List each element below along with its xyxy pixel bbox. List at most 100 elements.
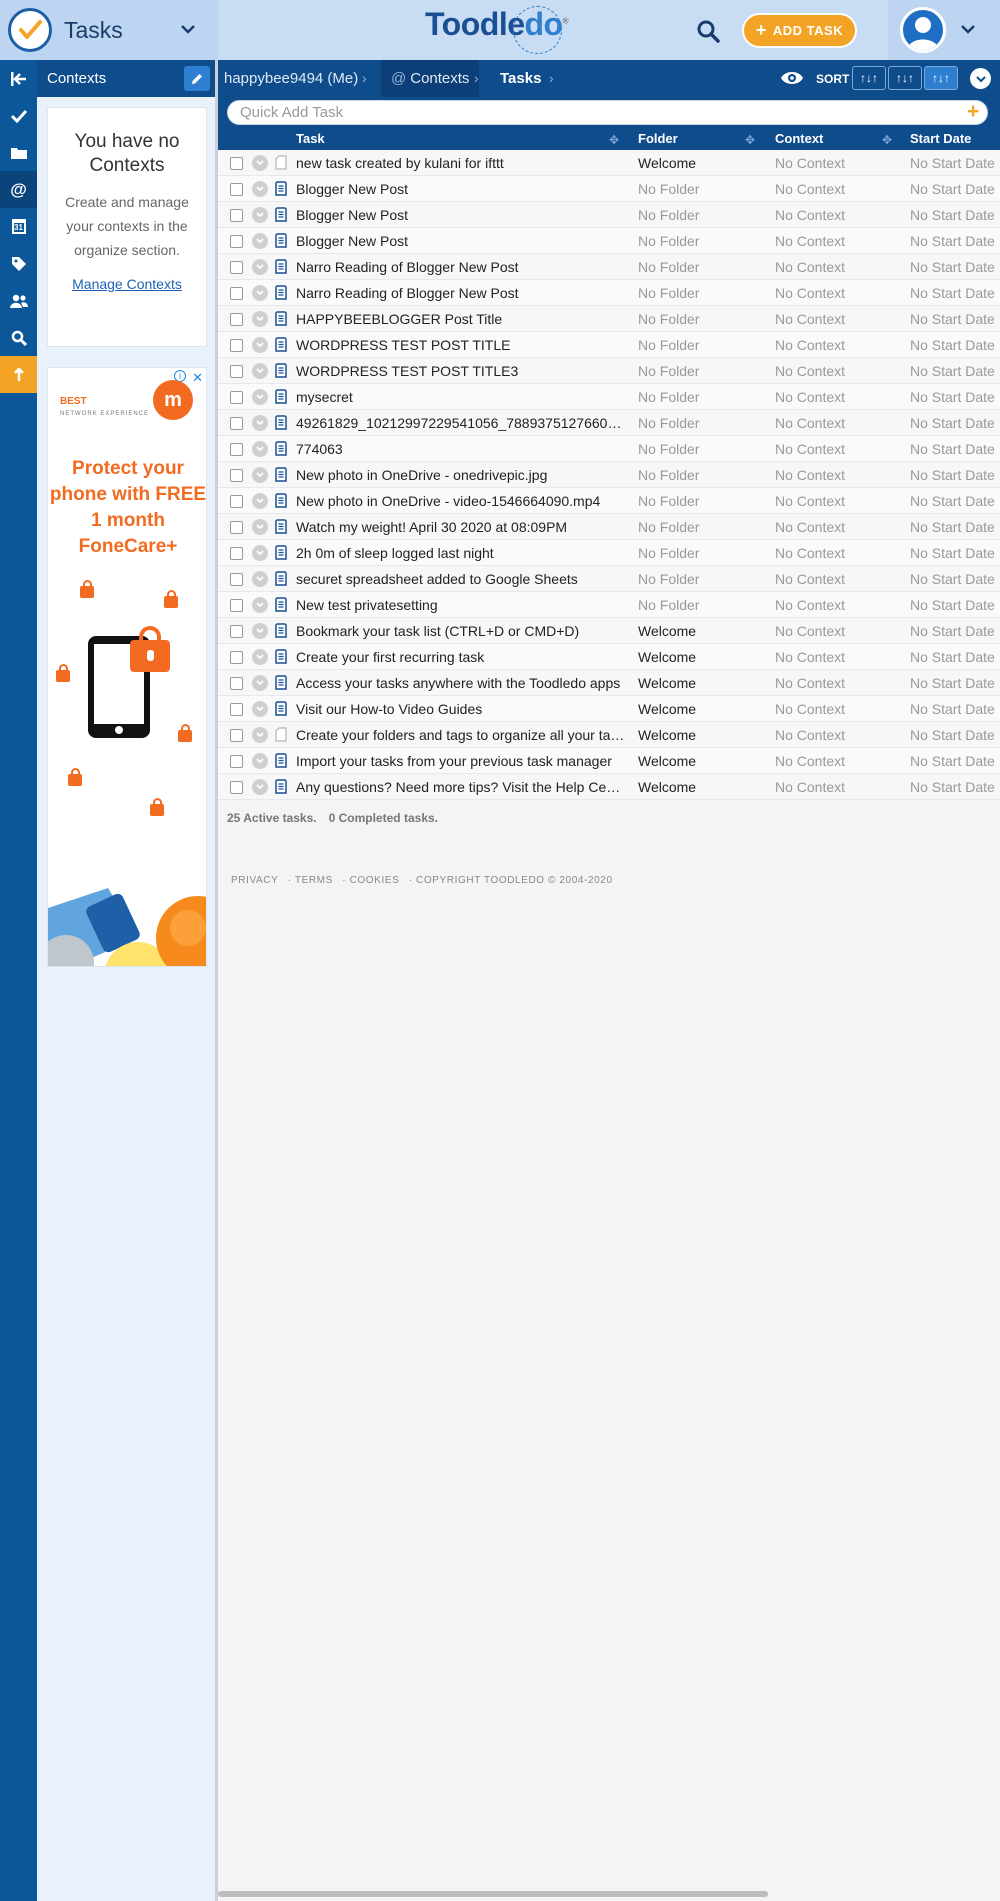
expand-task-button[interactable] xyxy=(252,467,268,483)
table-row[interactable]: Visit our How-to Video Guides Welcome No C… xyxy=(218,696,1000,722)
search-icon[interactable] xyxy=(0,319,37,356)
task-checkbox[interactable] xyxy=(230,599,243,612)
sort-button-3[interactable]: ↑↓↑ xyxy=(924,66,958,90)
table-row[interactable]: Blogger New Post No Folder No Context No St… xyxy=(218,202,1000,228)
expand-task-button[interactable] xyxy=(252,519,268,535)
task-checkbox[interactable] xyxy=(230,651,243,664)
expand-task-button[interactable] xyxy=(252,597,268,613)
task-context[interactable]: No Context xyxy=(775,696,905,722)
move-column-icon[interactable]: ✥ xyxy=(745,133,755,147)
column-header-context[interactable]: Context xyxy=(775,128,823,150)
table-row[interactable]: WORDPRESS TEST POST TITLE No Folder No Con… xyxy=(218,332,1000,358)
task-folder[interactable]: No Folder xyxy=(638,280,768,306)
table-row[interactable]: New photo in OneDrive - video-1546664090… xyxy=(218,488,1000,514)
table-row[interactable]: Narro Reading of Blogger New Post No Fold… xyxy=(218,280,1000,306)
table-row[interactable]: Import your tasks from your previous tas… xyxy=(218,748,1000,774)
task-folder[interactable]: Welcome xyxy=(638,748,768,774)
task-folder[interactable]: No Folder xyxy=(638,410,768,436)
expand-task-button[interactable] xyxy=(252,675,268,691)
task-context[interactable]: No Context xyxy=(775,774,905,800)
expand-task-button[interactable] xyxy=(252,623,268,639)
note-icon[interactable] xyxy=(275,181,287,201)
task-start-date[interactable]: No Start Date xyxy=(910,488,1000,514)
expand-task-button[interactable] xyxy=(252,701,268,717)
task-start-date[interactable]: No Start Date xyxy=(910,540,1000,566)
task-context[interactable]: No Context xyxy=(775,618,905,644)
task-folder[interactable]: No Folder xyxy=(638,358,768,384)
task-start-date[interactable]: No Start Date xyxy=(910,150,1000,176)
task-start-date[interactable]: No Start Date xyxy=(910,332,1000,358)
add-task-button[interactable]: + ADD TASK xyxy=(742,13,857,48)
task-context[interactable]: No Context xyxy=(775,722,905,748)
task-checkbox[interactable] xyxy=(230,443,243,456)
task-start-date[interactable]: No Start Date xyxy=(910,618,1000,644)
task-context[interactable]: No Context xyxy=(775,202,905,228)
breadcrumb-contexts[interactable]: @ Contexts xyxy=(381,60,480,97)
table-row[interactable]: Create your folders and tags to organize… xyxy=(218,722,1000,748)
table-row[interactable]: Any questions? Need more tips? Visit the… xyxy=(218,774,1000,800)
table-row[interactable]: new task created by kulani for ifttt Welc… xyxy=(218,150,1000,176)
task-folder[interactable]: No Folder xyxy=(638,176,768,202)
note-icon[interactable] xyxy=(275,649,287,669)
table-row[interactable]: New photo in OneDrive - onedrivepic.jpg N… xyxy=(218,462,1000,488)
table-row[interactable]: HAPPYBEEBLOGGER Post Title No Folder No Co… xyxy=(218,306,1000,332)
task-checkbox[interactable] xyxy=(230,625,243,638)
empty-note-icon[interactable] xyxy=(275,155,287,175)
column-header-task[interactable]: Task xyxy=(296,128,325,150)
task-folder[interactable]: Welcome xyxy=(638,774,768,800)
task-title[interactable]: 774063 xyxy=(296,436,632,462)
expand-task-button[interactable] xyxy=(252,389,268,405)
advertisement[interactable]: i ✕ BEST NETWORK EXPERIENCE m Protect you… xyxy=(47,367,207,967)
expand-task-button[interactable] xyxy=(252,233,268,249)
task-checkbox[interactable] xyxy=(230,469,243,482)
task-checkbox[interactable] xyxy=(230,157,243,170)
task-title[interactable]: Create your first recurring task xyxy=(296,644,632,670)
task-start-date[interactable]: No Start Date xyxy=(910,514,1000,540)
move-column-icon[interactable]: ✥ xyxy=(882,133,892,147)
task-context[interactable]: No Context xyxy=(775,670,905,696)
note-icon[interactable] xyxy=(275,753,287,773)
task-context[interactable]: No Context xyxy=(775,280,905,306)
terms-link[interactable]: · TERMS xyxy=(288,875,333,886)
note-icon[interactable] xyxy=(275,337,287,357)
task-start-date[interactable]: No Start Date xyxy=(910,306,1000,332)
task-folder[interactable]: No Folder xyxy=(638,436,768,462)
task-folder[interactable]: Welcome xyxy=(638,644,768,670)
table-row[interactable]: mysecret No Folder No Context No Start Date xyxy=(218,384,1000,410)
task-checkbox[interactable] xyxy=(230,391,243,404)
column-header-start-date[interactable]: Start Date xyxy=(910,128,971,150)
expand-task-button[interactable] xyxy=(252,545,268,561)
cookies-link[interactable]: · COOKIES xyxy=(342,875,399,886)
task-folder[interactable]: No Folder xyxy=(638,540,768,566)
task-folder[interactable]: No Folder xyxy=(638,488,768,514)
task-checkbox[interactable] xyxy=(230,781,243,794)
task-folder[interactable]: Welcome xyxy=(638,670,768,696)
task-start-date[interactable]: No Start Date xyxy=(910,410,1000,436)
task-title[interactable]: Watch my weight! April 30 2020 at 08:09P… xyxy=(296,514,632,540)
task-context[interactable]: No Context xyxy=(775,228,905,254)
move-column-icon[interactable]: ✥ xyxy=(609,133,619,147)
task-title[interactable]: Visit our How-to Video Guides xyxy=(296,696,632,722)
expand-task-button[interactable] xyxy=(252,311,268,327)
task-title[interactable]: Narro Reading of Blogger New Post xyxy=(296,280,632,306)
task-context[interactable]: No Context xyxy=(775,332,905,358)
task-title[interactable]: Narro Reading of Blogger New Post xyxy=(296,254,632,280)
task-folder[interactable]: No Folder xyxy=(638,228,768,254)
task-checkbox[interactable] xyxy=(230,287,243,300)
note-icon[interactable] xyxy=(275,207,287,227)
task-title[interactable]: Blogger New Post xyxy=(296,228,632,254)
expand-task-button[interactable] xyxy=(252,207,268,223)
task-start-date[interactable]: No Start Date xyxy=(910,358,1000,384)
task-start-date[interactable]: No Start Date xyxy=(910,436,1000,462)
chevron-down-icon[interactable] xyxy=(960,21,976,37)
view-options-button[interactable] xyxy=(970,68,991,89)
task-title[interactable]: Blogger New Post xyxy=(296,176,632,202)
table-row[interactable]: 774063 No Folder No Context No Start Date xyxy=(218,436,1000,462)
task-title[interactable]: New photo in OneDrive - video-1546664090… xyxy=(296,488,632,514)
note-icon[interactable] xyxy=(275,545,287,565)
expand-task-button[interactable] xyxy=(252,181,268,197)
eye-icon[interactable] xyxy=(780,69,804,87)
task-checkbox[interactable] xyxy=(230,521,243,534)
user-menu[interactable] xyxy=(888,0,1000,60)
calendar-icon[interactable]: 31 xyxy=(0,208,37,245)
